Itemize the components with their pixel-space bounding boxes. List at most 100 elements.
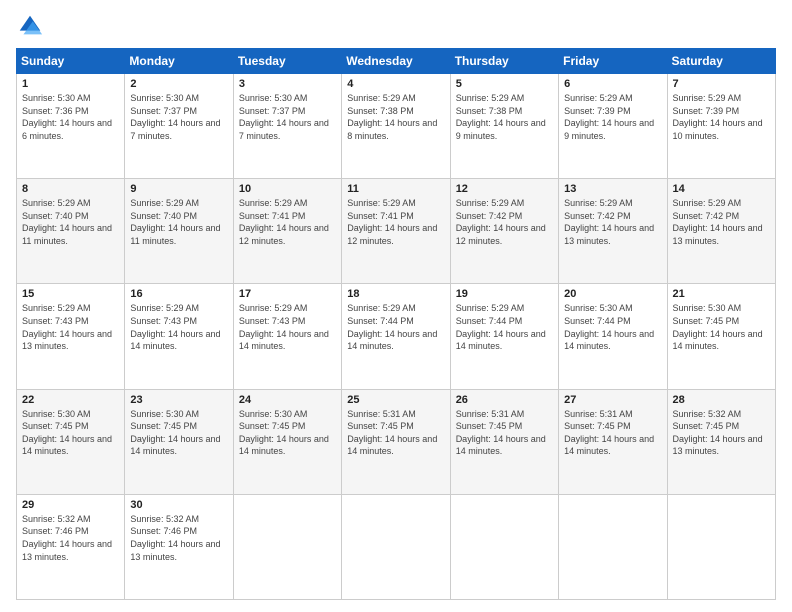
sunset-label: Sunset: 7:39 PM — [673, 106, 740, 116]
calendar-cell: 26 Sunrise: 5:31 AM Sunset: 7:45 PM Dayl… — [450, 389, 558, 494]
sunrise-label: Sunrise: 5:29 AM — [239, 303, 308, 313]
day-info: Sunrise: 5:30 AM Sunset: 7:44 PM Dayligh… — [564, 302, 661, 352]
calendar-header-monday: Monday — [125, 49, 233, 74]
calendar-cell: 20 Sunrise: 5:30 AM Sunset: 7:44 PM Dayl… — [559, 284, 667, 389]
sunset-label: Sunset: 7:46 PM — [22, 526, 89, 536]
daylight-label: Daylight: 14 hours and 11 minutes. — [22, 223, 112, 246]
day-info: Sunrise: 5:29 AM Sunset: 7:43 PM Dayligh… — [239, 302, 336, 352]
calendar-cell: 22 Sunrise: 5:30 AM Sunset: 7:45 PM Dayl… — [17, 389, 125, 494]
sunrise-label: Sunrise: 5:30 AM — [22, 93, 91, 103]
day-number: 8 — [22, 183, 119, 195]
day-info: Sunrise: 5:29 AM Sunset: 7:44 PM Dayligh… — [456, 302, 553, 352]
day-number: 21 — [673, 288, 770, 300]
day-info: Sunrise: 5:31 AM Sunset: 7:45 PM Dayligh… — [347, 408, 444, 458]
sunset-label: Sunset: 7:44 PM — [347, 316, 414, 326]
calendar-cell: 29 Sunrise: 5:32 AM Sunset: 7:46 PM Dayl… — [17, 494, 125, 599]
calendar-cell: 1 Sunrise: 5:30 AM Sunset: 7:36 PM Dayli… — [17, 74, 125, 179]
sunset-label: Sunset: 7:38 PM — [456, 106, 523, 116]
daylight-label: Daylight: 14 hours and 6 minutes. — [22, 118, 112, 141]
sunset-label: Sunset: 7:41 PM — [347, 211, 414, 221]
daylight-label: Daylight: 14 hours and 12 minutes. — [456, 223, 546, 246]
sunrise-label: Sunrise: 5:29 AM — [22, 303, 91, 313]
day-info: Sunrise: 5:30 AM Sunset: 7:45 PM Dayligh… — [673, 302, 770, 352]
calendar-header-sunday: Sunday — [17, 49, 125, 74]
sunrise-label: Sunrise: 5:32 AM — [673, 409, 742, 419]
day-number: 2 — [130, 78, 227, 90]
calendar-cell: 5 Sunrise: 5:29 AM Sunset: 7:38 PM Dayli… — [450, 74, 558, 179]
calendar-cell — [667, 494, 775, 599]
sunset-label: Sunset: 7:40 PM — [130, 211, 197, 221]
sunset-label: Sunset: 7:37 PM — [130, 106, 197, 116]
sunset-label: Sunset: 7:42 PM — [564, 211, 631, 221]
calendar-cell: 17 Sunrise: 5:29 AM Sunset: 7:43 PM Dayl… — [233, 284, 341, 389]
sunrise-label: Sunrise: 5:30 AM — [239, 409, 308, 419]
day-info: Sunrise: 5:31 AM Sunset: 7:45 PM Dayligh… — [564, 408, 661, 458]
day-info: Sunrise: 5:29 AM Sunset: 7:39 PM Dayligh… — [673, 92, 770, 142]
day-info: Sunrise: 5:29 AM Sunset: 7:42 PM Dayligh… — [673, 197, 770, 247]
day-info: Sunrise: 5:29 AM Sunset: 7:38 PM Dayligh… — [347, 92, 444, 142]
day-info: Sunrise: 5:29 AM Sunset: 7:39 PM Dayligh… — [564, 92, 661, 142]
calendar-cell: 7 Sunrise: 5:29 AM Sunset: 7:39 PM Dayli… — [667, 74, 775, 179]
daylight-label: Daylight: 14 hours and 9 minutes. — [564, 118, 654, 141]
sunset-label: Sunset: 7:44 PM — [564, 316, 631, 326]
day-info: Sunrise: 5:32 AM Sunset: 7:46 PM Dayligh… — [130, 513, 227, 563]
sunset-label: Sunset: 7:45 PM — [239, 421, 306, 431]
daylight-label: Daylight: 14 hours and 13 minutes. — [22, 329, 112, 352]
day-number: 5 — [456, 78, 553, 90]
day-info: Sunrise: 5:30 AM Sunset: 7:37 PM Dayligh… — [239, 92, 336, 142]
header — [16, 12, 776, 40]
calendar-cell: 23 Sunrise: 5:30 AM Sunset: 7:45 PM Dayl… — [125, 389, 233, 494]
day-info: Sunrise: 5:29 AM Sunset: 7:41 PM Dayligh… — [239, 197, 336, 247]
day-number: 9 — [130, 183, 227, 195]
sunset-label: Sunset: 7:36 PM — [22, 106, 89, 116]
day-number: 19 — [456, 288, 553, 300]
calendar-cell: 28 Sunrise: 5:32 AM Sunset: 7:45 PM Dayl… — [667, 389, 775, 494]
day-info: Sunrise: 5:32 AM Sunset: 7:46 PM Dayligh… — [22, 513, 119, 563]
day-number: 26 — [456, 394, 553, 406]
calendar-header-wednesday: Wednesday — [342, 49, 450, 74]
sunrise-label: Sunrise: 5:31 AM — [456, 409, 525, 419]
sunrise-label: Sunrise: 5:32 AM — [22, 514, 91, 524]
day-info: Sunrise: 5:29 AM Sunset: 7:38 PM Dayligh… — [456, 92, 553, 142]
sunrise-label: Sunrise: 5:31 AM — [564, 409, 633, 419]
calendar-table: SundayMondayTuesdayWednesdayThursdayFrid… — [16, 48, 776, 600]
sunrise-label: Sunrise: 5:29 AM — [456, 303, 525, 313]
daylight-label: Daylight: 14 hours and 8 minutes. — [347, 118, 437, 141]
calendar-cell: 12 Sunrise: 5:29 AM Sunset: 7:42 PM Dayl… — [450, 179, 558, 284]
daylight-label: Daylight: 14 hours and 14 minutes. — [673, 329, 763, 352]
calendar-cell: 11 Sunrise: 5:29 AM Sunset: 7:41 PM Dayl… — [342, 179, 450, 284]
calendar-cell: 10 Sunrise: 5:29 AM Sunset: 7:41 PM Dayl… — [233, 179, 341, 284]
daylight-label: Daylight: 14 hours and 10 minutes. — [673, 118, 763, 141]
logo — [16, 12, 48, 40]
daylight-label: Daylight: 14 hours and 7 minutes. — [239, 118, 329, 141]
sunrise-label: Sunrise: 5:29 AM — [347, 93, 416, 103]
sunset-label: Sunset: 7:45 PM — [456, 421, 523, 431]
sunset-label: Sunset: 7:41 PM — [239, 211, 306, 221]
calendar-cell: 6 Sunrise: 5:29 AM Sunset: 7:39 PM Dayli… — [559, 74, 667, 179]
calendar-cell: 9 Sunrise: 5:29 AM Sunset: 7:40 PM Dayli… — [125, 179, 233, 284]
daylight-label: Daylight: 14 hours and 14 minutes. — [564, 434, 654, 457]
sunset-label: Sunset: 7:43 PM — [22, 316, 89, 326]
day-info: Sunrise: 5:30 AM Sunset: 7:45 PM Dayligh… — [239, 408, 336, 458]
sunrise-label: Sunrise: 5:29 AM — [347, 303, 416, 313]
day-info: Sunrise: 5:30 AM Sunset: 7:37 PM Dayligh… — [130, 92, 227, 142]
sunrise-label: Sunrise: 5:29 AM — [564, 93, 633, 103]
daylight-label: Daylight: 14 hours and 12 minutes. — [239, 223, 329, 246]
calendar-header-friday: Friday — [559, 49, 667, 74]
sunset-label: Sunset: 7:44 PM — [456, 316, 523, 326]
day-number: 22 — [22, 394, 119, 406]
sunrise-label: Sunrise: 5:30 AM — [673, 303, 742, 313]
day-number: 29 — [22, 499, 119, 511]
sunset-label: Sunset: 7:40 PM — [22, 211, 89, 221]
calendar-week-4: 22 Sunrise: 5:30 AM Sunset: 7:45 PM Dayl… — [17, 389, 776, 494]
daylight-label: Daylight: 14 hours and 14 minutes. — [456, 329, 546, 352]
sunset-label: Sunset: 7:45 PM — [130, 421, 197, 431]
sunrise-label: Sunrise: 5:29 AM — [239, 198, 308, 208]
calendar-cell: 15 Sunrise: 5:29 AM Sunset: 7:43 PM Dayl… — [17, 284, 125, 389]
calendar-cell: 25 Sunrise: 5:31 AM Sunset: 7:45 PM Dayl… — [342, 389, 450, 494]
sunrise-label: Sunrise: 5:29 AM — [130, 198, 199, 208]
calendar-body: 1 Sunrise: 5:30 AM Sunset: 7:36 PM Dayli… — [17, 74, 776, 600]
daylight-label: Daylight: 14 hours and 14 minutes. — [130, 329, 220, 352]
sunset-label: Sunset: 7:45 PM — [673, 421, 740, 431]
logo-icon — [16, 12, 44, 40]
